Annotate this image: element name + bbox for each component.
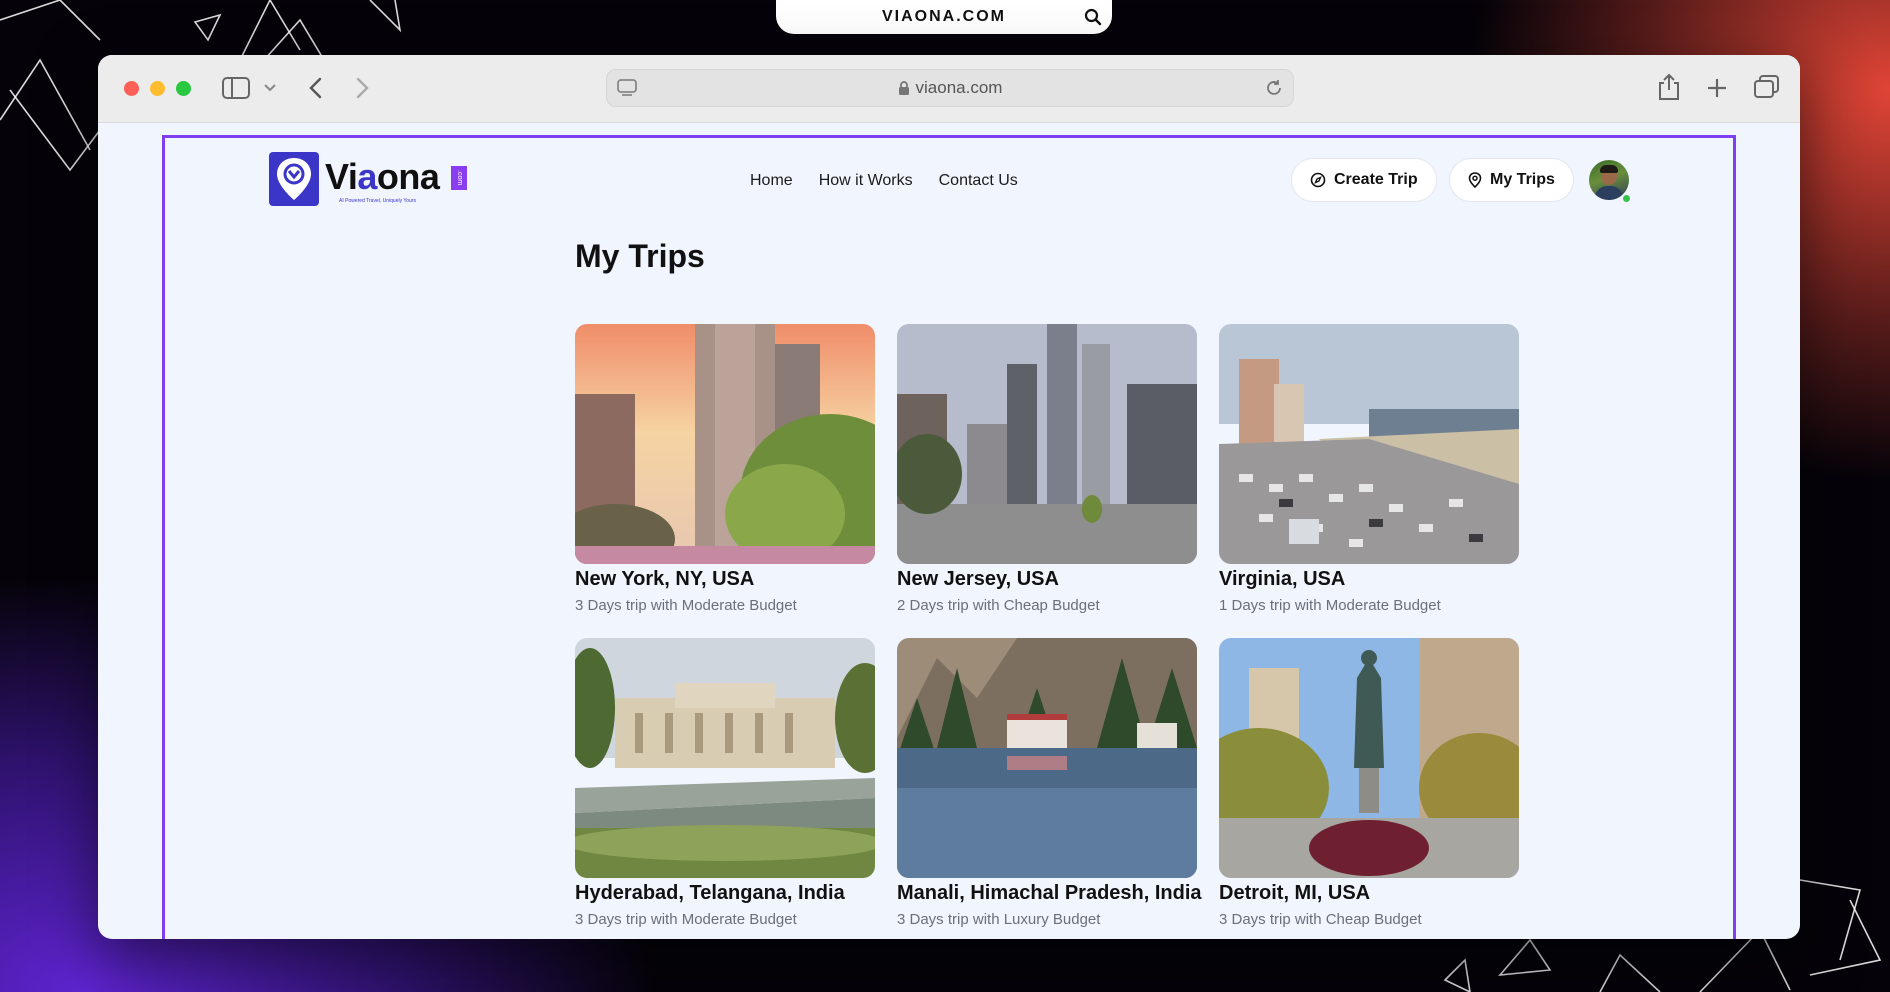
tab-overview-icon[interactable] <box>1754 75 1780 99</box>
logo-text-start: Vi <box>325 156 358 197</box>
logo-text-a: a <box>357 156 377 197</box>
trip-place: Virginia, USA <box>1219 568 1346 590</box>
trip-card-detroit[interactable]: Detroit, MI, USA 3 Days trip with Cheap … <box>1219 638 1519 928</box>
trip-photo[interactable] <box>575 324 875 564</box>
trip-description: 3 Days trip with Cheap Budget <box>1219 911 1422 928</box>
trip-photo[interactable] <box>897 638 1197 878</box>
compass-icon <box>1310 172 1326 188</box>
reload-icon[interactable] <box>1265 79 1283 97</box>
web-page: Viaona .com AI Powered Travel, Uniquely … <box>162 135 1736 939</box>
trip-place: New Jersey, USA <box>897 568 1059 590</box>
trip-place: Manali, Himachal Pradesh, India <box>897 882 1202 904</box>
nav-how-it-works[interactable]: How it Works <box>819 172 913 190</box>
trip-photo[interactable] <box>575 638 875 878</box>
back-icon[interactable] <box>308 77 322 99</box>
trip-card-hyderabad[interactable]: Hyderabad, Telangana, India 3 Days trip … <box>575 638 875 928</box>
trip-description: 3 Days trip with Moderate Budget <box>575 911 797 928</box>
trip-description: 1 Days trip with Moderate Budget <box>1219 597 1441 614</box>
lock-icon <box>898 81 909 95</box>
logo-com: .com <box>451 166 467 190</box>
page-title: My Trips <box>575 238 705 274</box>
search-icon[interactable] <box>1084 8 1102 26</box>
trip-description: 2 Days trip with Cheap Budget <box>897 597 1100 614</box>
logo-wordmark: Viaona <box>325 156 440 198</box>
minimize-window-button[interactable] <box>150 81 165 96</box>
url-banner: VIAONA.COM <box>776 0 1112 34</box>
trip-photo[interactable] <box>897 324 1197 564</box>
trip-card-new-york[interactable]: New York, NY, USA 3 Days trip with Moder… <box>575 324 875 614</box>
browser-window: viaona.com Viaona .com AI Powered Travel… <box>98 55 1800 939</box>
trip-card-virginia[interactable]: Virginia, USA 1 Days trip with Moderate … <box>1219 324 1519 614</box>
nav-contact-us[interactable]: Contact Us <box>939 172 1018 190</box>
logo-pin-icon <box>269 152 319 206</box>
my-trips-label: My Trips <box>1490 171 1555 188</box>
create-trip-label: Create Trip <box>1334 171 1418 188</box>
create-trip-button[interactable]: Create Trip <box>1291 158 1437 202</box>
trip-description: 3 Days trip with Luxury Budget <box>897 911 1101 928</box>
url-banner-text: VIAONA.COM <box>882 8 1006 25</box>
online-status-indicator <box>1621 193 1632 204</box>
trip-place: New York, NY, USA <box>575 568 755 590</box>
logo-tagline: AI Powered Travel, Uniquely Yours <box>339 198 416 204</box>
trip-card-manali[interactable]: Manali, Himachal Pradesh, India 3 Days t… <box>897 638 1202 928</box>
new-tab-icon[interactable] <box>1706 77 1728 99</box>
address-bar[interactable]: viaona.com <box>606 69 1294 107</box>
chevron-down-icon[interactable] <box>264 84 276 92</box>
trip-description: 3 Days trip with Moderate Budget <box>575 597 797 614</box>
browser-toolbar: viaona.com <box>98 55 1800 123</box>
close-window-button[interactable] <box>124 81 139 96</box>
main-nav: Home How it Works Contact Us <box>750 172 1018 190</box>
map-pin-icon <box>1468 172 1482 188</box>
address-text: viaona.com <box>915 78 1003 97</box>
sidebar-toggle-icon[interactable] <box>222 77 250 99</box>
logo-text-end: ona <box>376 156 440 197</box>
share-icon[interactable] <box>1658 73 1680 101</box>
trip-photo[interactable] <box>1219 638 1519 878</box>
nav-home[interactable]: Home <box>750 172 793 190</box>
zoom-window-button[interactable] <box>176 81 191 96</box>
trip-photo[interactable] <box>1219 324 1519 564</box>
forward-icon[interactable] <box>356 77 370 99</box>
reader-icon[interactable] <box>617 79 637 97</box>
trip-place: Detroit, MI, USA <box>1219 882 1371 904</box>
my-trips-button[interactable]: My Trips <box>1449 158 1574 202</box>
trip-card-new-jersey[interactable]: New Jersey, USA 2 Days trip with Cheap B… <box>897 324 1197 614</box>
viaona-logo[interactable]: Viaona .com AI Powered Travel, Uniquely … <box>269 152 469 208</box>
trip-place: Hyderabad, Telangana, India <box>575 882 845 904</box>
